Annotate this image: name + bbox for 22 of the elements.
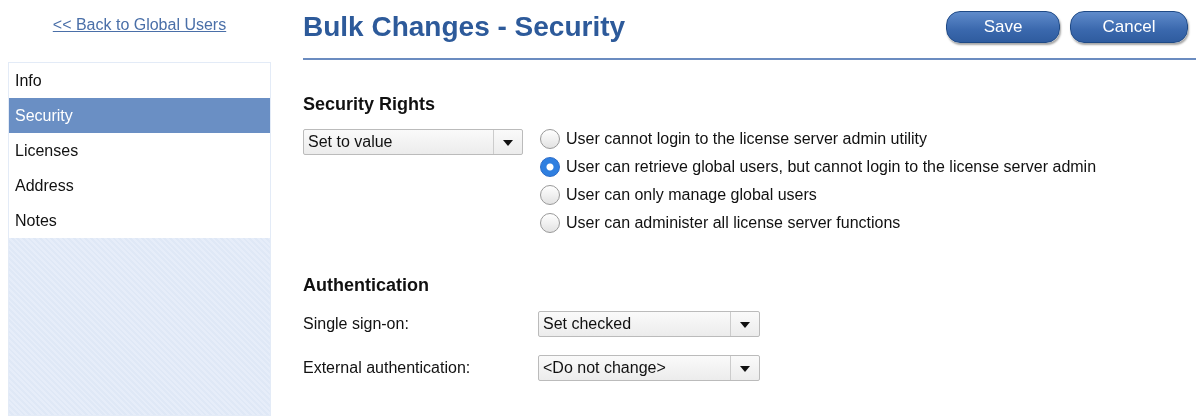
page-title: Bulk Changes - Security xyxy=(303,11,626,43)
caret-icon xyxy=(740,366,750,372)
radio-button[interactable] xyxy=(540,213,560,233)
radio-option[interactable]: User cannot login to the license server admin utility xyxy=(540,129,1097,149)
cancel-button[interactable]: Cancel xyxy=(1070,11,1188,43)
save-button[interactable]: Save xyxy=(946,11,1060,43)
radio-option[interactable]: User can only manage global users xyxy=(540,185,1097,205)
dropdown[interactable]: Set to value xyxy=(303,129,523,155)
section-heading: Authentication xyxy=(303,275,430,296)
section-heading: Security Rights xyxy=(303,94,437,115)
radio-option[interactable]: User can retrieve global users, but cannot login to the license server admin xyxy=(540,157,1097,177)
field-label: Single sign-on: xyxy=(303,315,410,333)
dropdown[interactable]: Set checked xyxy=(538,311,760,337)
radio-button[interactable] xyxy=(540,157,560,177)
caret-icon xyxy=(503,140,513,146)
radio-button[interactable] xyxy=(540,185,560,205)
field-label: External authentication: xyxy=(303,359,472,377)
caret-icon xyxy=(740,322,750,328)
back-link[interactable]: << Back to Global Users xyxy=(52,16,227,34)
radio-button[interactable] xyxy=(540,129,560,149)
radio-option[interactable]: User can administer all license server functions xyxy=(540,213,1097,233)
dropdown[interactable]: <Do not change> xyxy=(538,355,760,381)
